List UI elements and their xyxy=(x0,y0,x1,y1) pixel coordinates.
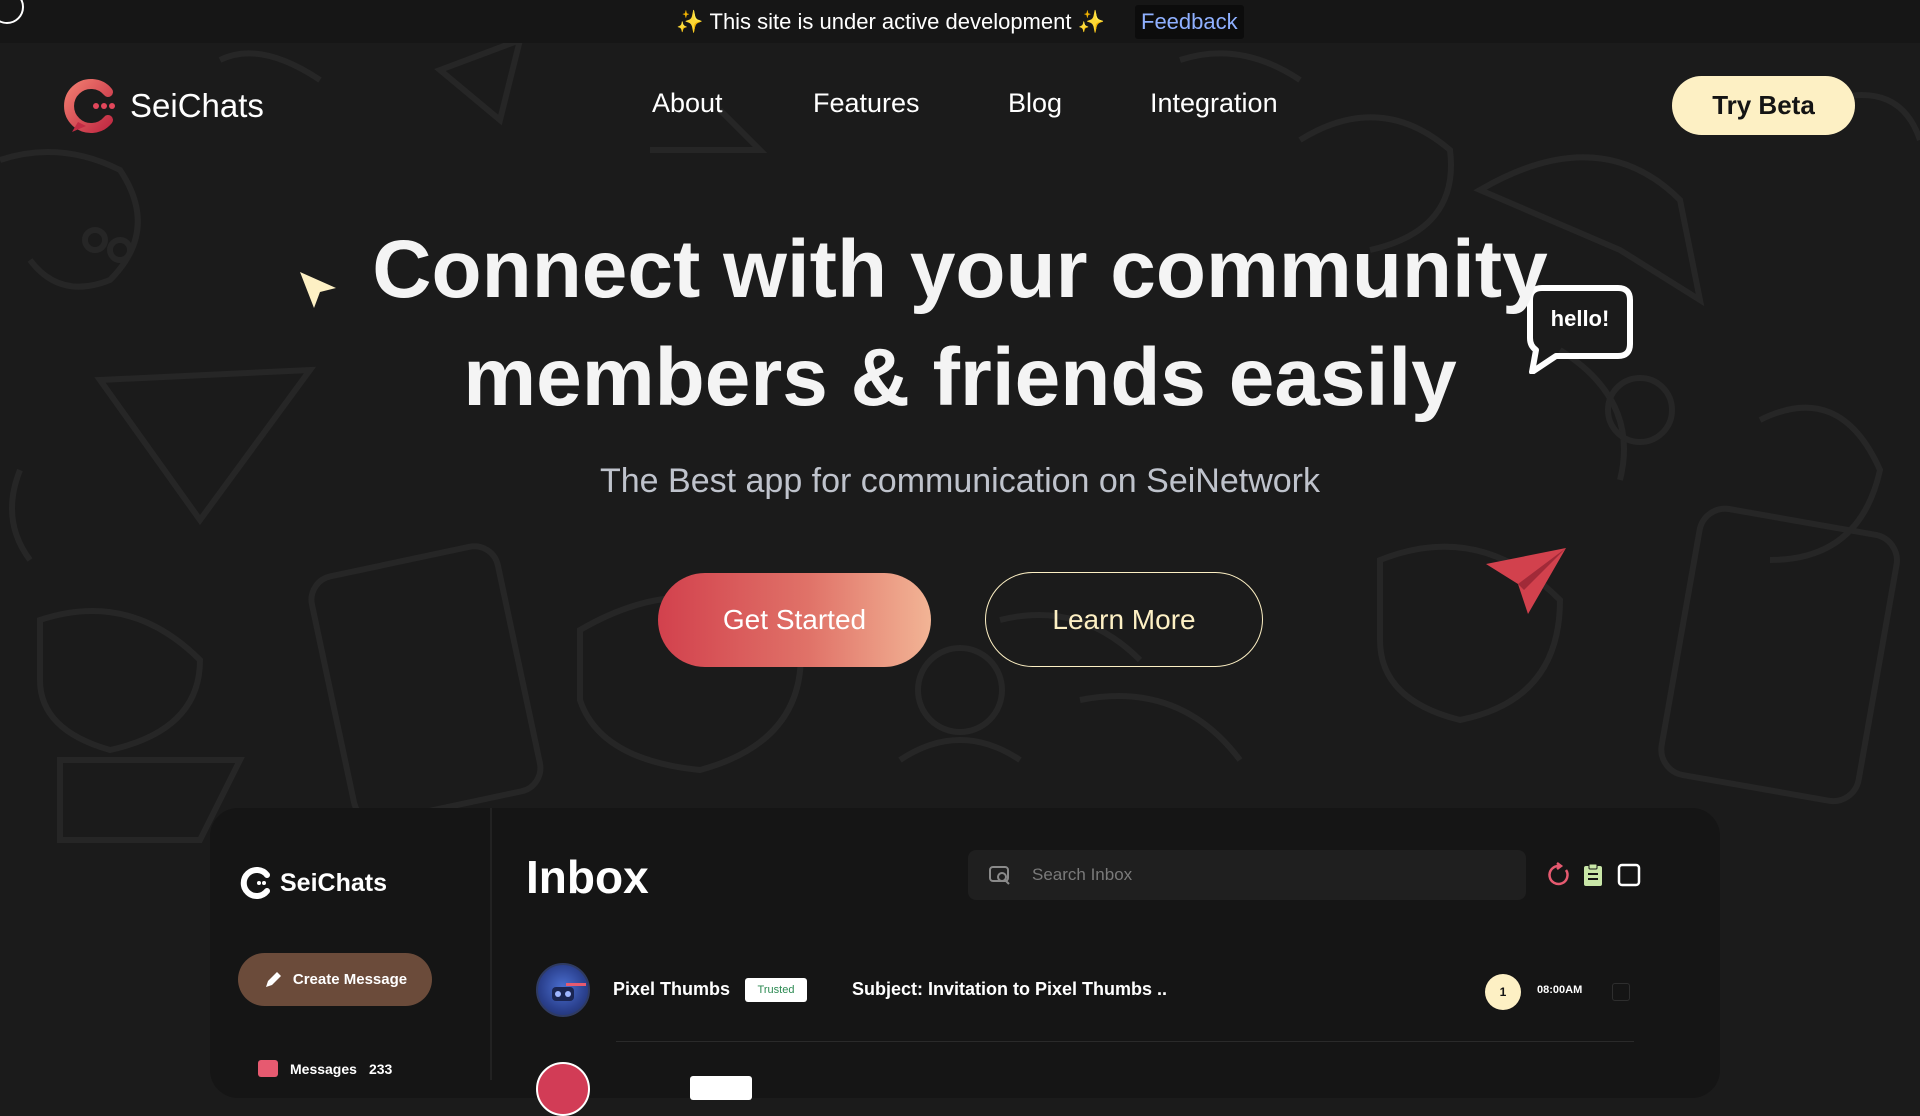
preview-brand-name: SeiChats xyxy=(280,868,387,897)
announcement-message: This site is under active development xyxy=(709,8,1072,34)
hero-title-line-2: members & friends easily xyxy=(463,332,1457,423)
message-checkbox[interactable] xyxy=(1612,983,1630,1001)
search-inbox[interactable] xyxy=(968,850,1526,900)
brand-name: SeiChats xyxy=(130,87,264,124)
seichats-logo-icon xyxy=(64,79,115,133)
create-message-label: Create Message xyxy=(292,971,408,988)
preview-brand-logo: SeiChats xyxy=(240,866,387,900)
sidebar-item-label: Messages xyxy=(290,1060,357,1077)
try-beta-button[interactable]: Try Beta xyxy=(1672,76,1855,135)
message-row[interactable]: Pixel Thumbs Trusted Subject: Invitation… xyxy=(536,963,1636,1019)
announcement-text: ✨ This site is under active development … xyxy=(676,9,1105,35)
hero-title-line-1: Connect with your community xyxy=(372,224,1548,315)
search-icon xyxy=(989,866,1010,885)
hero-subtitle: The Best app for communication on SeiNet… xyxy=(599,462,1320,500)
announcement-bar: ✨ This site is under active development … xyxy=(0,0,1920,43)
hero-title: Connect with your community members & fr… xyxy=(260,216,1660,432)
robot-avatar-icon xyxy=(552,983,586,1001)
message-icon xyxy=(258,1060,278,1077)
checkbox-icon[interactable] xyxy=(1616,862,1642,888)
sidebar-item-count: 233 xyxy=(368,1060,393,1077)
seichats-logo-icon xyxy=(240,867,270,899)
brand-logo[interactable]: SeiChats xyxy=(64,78,264,134)
sender-avatar xyxy=(536,1062,590,1116)
refresh-icon[interactable] xyxy=(1546,862,1572,888)
nav-link-integration[interactable]: Integration xyxy=(1150,88,1278,119)
inbox-title: Inbox xyxy=(526,851,649,903)
clipboard-icon[interactable] xyxy=(1580,862,1606,888)
create-message-button[interactable]: Create Message xyxy=(238,953,432,1006)
nav-link-features[interactable]: Features xyxy=(813,88,920,119)
sidebar-item-messages[interactable]: Messages 233 xyxy=(258,1060,392,1077)
sender-name: Pixel Thumbs xyxy=(613,979,731,999)
sender-avatar xyxy=(536,963,590,1017)
learn-more-button[interactable]: Learn More xyxy=(985,572,1263,667)
preview-sidebar-divider xyxy=(490,808,492,1080)
nav-link-blog[interactable]: Blog xyxy=(1008,88,1062,119)
trusted-badge: Trusted xyxy=(745,978,807,1002)
sparkle-icon: ✨ xyxy=(1077,8,1105,34)
sparkle-icon: ✨ xyxy=(676,8,704,34)
paper-plane-icon xyxy=(1486,548,1566,614)
search-input[interactable] xyxy=(1030,864,1494,886)
message-time: 08:00AM xyxy=(1537,984,1583,996)
feedback-link[interactable]: Feedback xyxy=(1135,4,1244,39)
message-subject: Subject: Invitation to Pixel Thumbs .. xyxy=(852,979,1168,999)
unread-count-badge: 1 xyxy=(1485,974,1521,1010)
pencil-icon xyxy=(265,971,281,987)
row-divider xyxy=(616,1041,1634,1042)
nav-link-about[interactable]: About xyxy=(652,88,723,119)
get-started-button[interactable]: Get Started xyxy=(658,573,931,667)
